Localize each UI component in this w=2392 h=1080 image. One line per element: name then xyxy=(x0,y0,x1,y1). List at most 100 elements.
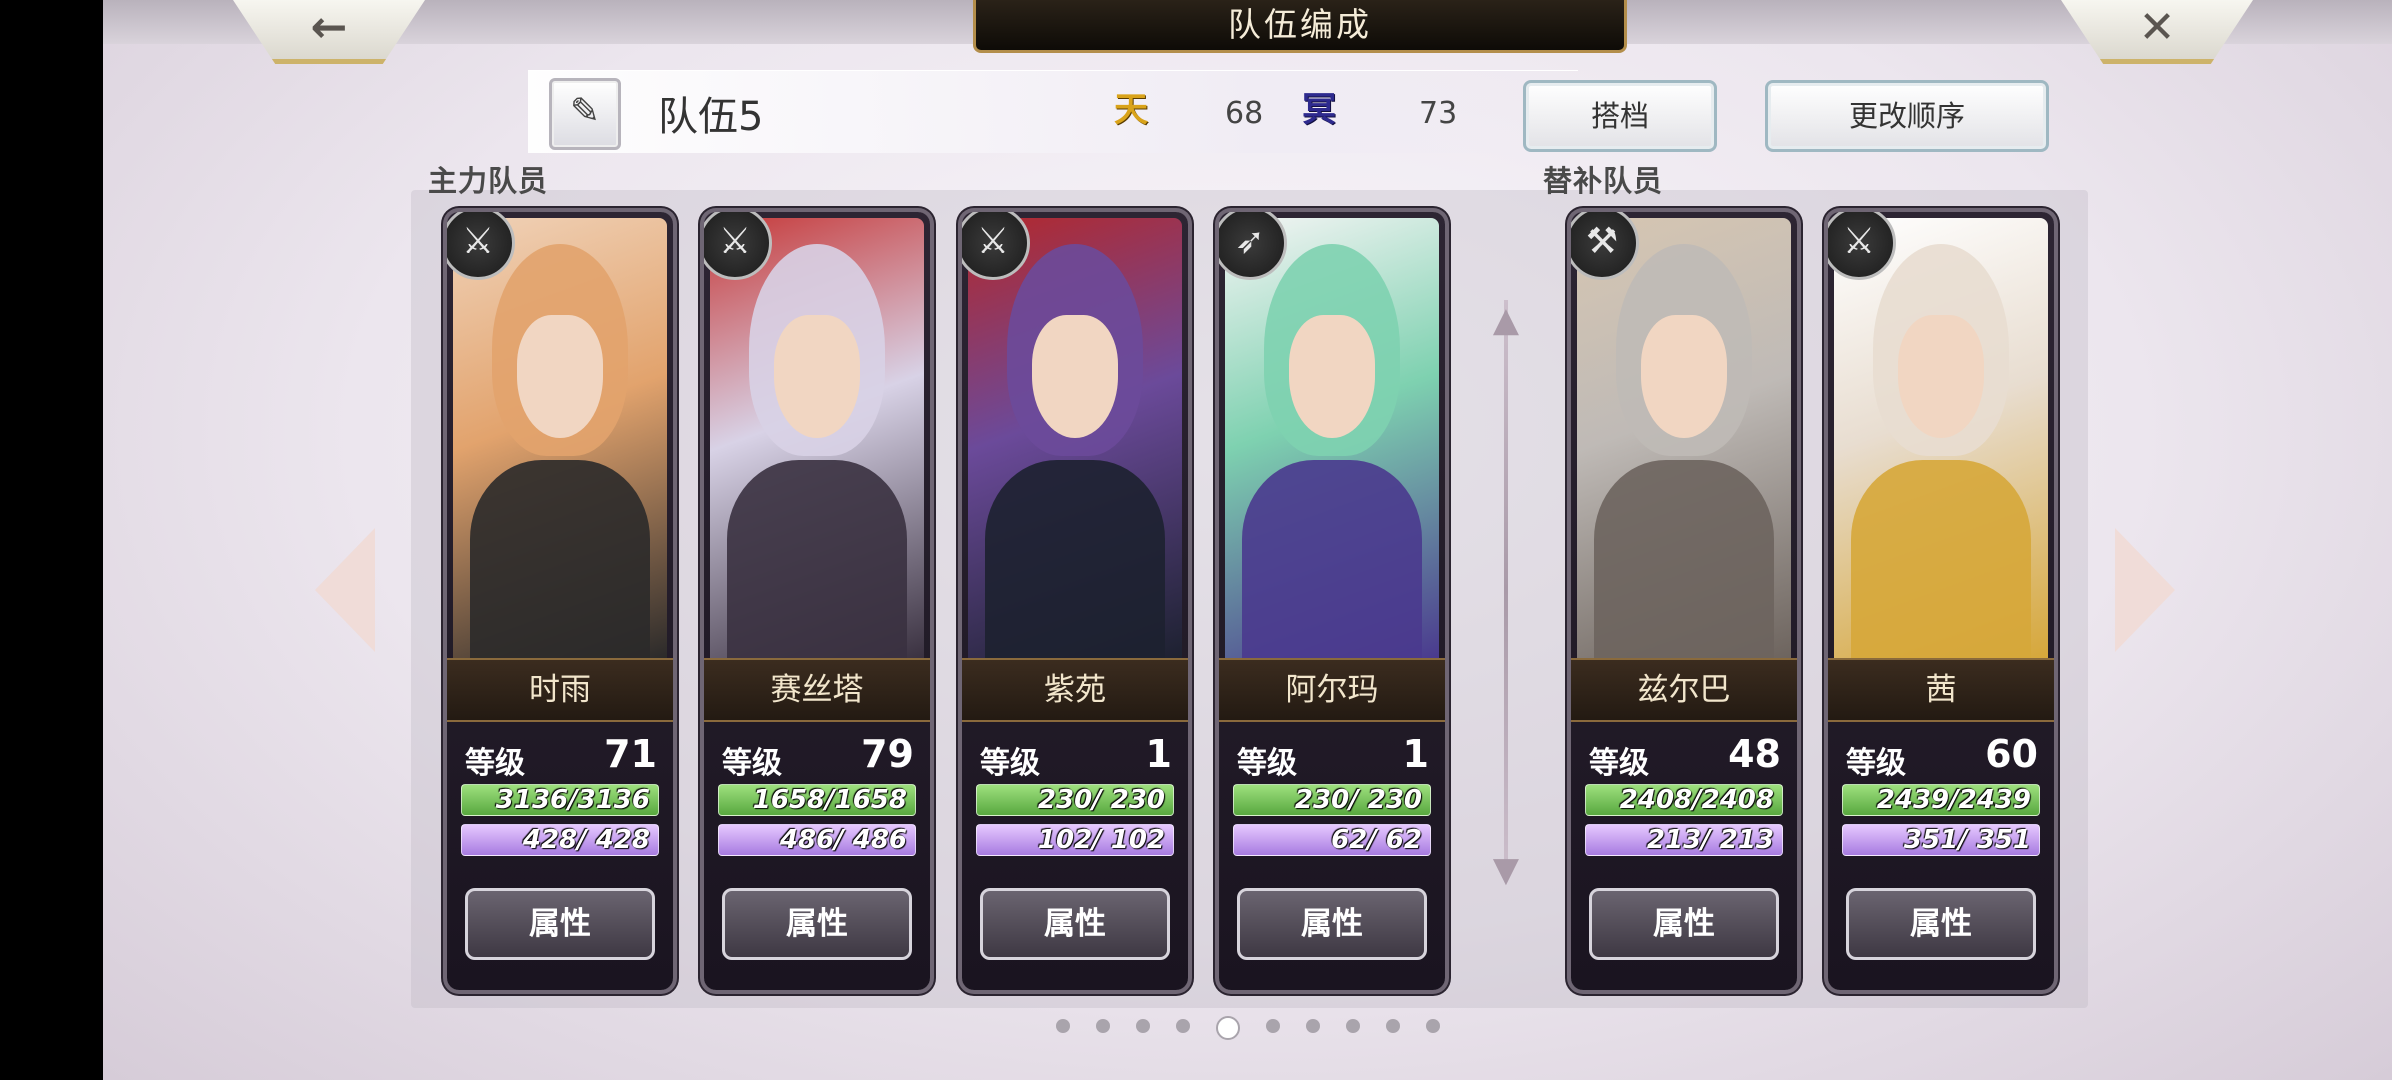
portrait-face xyxy=(1032,314,1118,438)
mp-bar: 62/ 62 xyxy=(1233,824,1431,856)
level-label: 等级 xyxy=(722,746,782,781)
page-title: 队伍编成 xyxy=(973,0,1627,53)
level-row: 等级 79 xyxy=(722,732,914,781)
attributes-button[interactable]: 属性 xyxy=(1589,888,1779,960)
mp-value: 486/ 486 xyxy=(779,825,907,855)
level-label: 等级 xyxy=(1589,746,1649,781)
member-portrait[interactable] xyxy=(453,218,667,658)
underworld-value: 73 xyxy=(1419,96,1458,131)
partner-button[interactable]: 搭档 xyxy=(1523,80,1717,152)
attributes-button[interactable]: 属性 xyxy=(1846,888,2036,960)
heaven-value: 68 xyxy=(1225,96,1264,131)
level-label: 等级 xyxy=(1846,746,1906,781)
next-team-arrow[interactable] xyxy=(2115,528,2175,652)
hp-bar: 2408/2408 xyxy=(1585,784,1783,816)
hp-value: 230/ 230 xyxy=(1037,785,1165,815)
mp-bar: 102/ 102 xyxy=(976,824,1174,856)
portrait-body xyxy=(727,460,907,658)
main-members-label: 主力队员 xyxy=(428,164,549,198)
hp-value: 2408/2408 xyxy=(1619,785,1774,815)
sub-members-label: 替补队员 xyxy=(1543,164,1664,198)
attributes-button[interactable]: 属性 xyxy=(465,888,655,960)
level-row: 等级 60 xyxy=(1846,732,2038,781)
portrait-body xyxy=(1851,460,2031,658)
hp-value: 3136/3136 xyxy=(495,785,650,815)
level-row: 等级 1 xyxy=(980,732,1172,781)
portrait-face xyxy=(774,314,860,438)
level-value: 71 xyxy=(604,732,657,776)
portrait-body xyxy=(1242,460,1422,658)
member-portrait[interactable] xyxy=(1577,218,1791,658)
member-name: 赛丝塔 xyxy=(704,658,930,722)
mp-bar: 213/ 213 xyxy=(1585,824,1783,856)
hp-bar: 3136/3136 xyxy=(461,784,659,816)
member-name: 阿尔玛 xyxy=(1219,658,1445,722)
attributes-button[interactable]: 属性 xyxy=(1237,888,1427,960)
member-portrait[interactable] xyxy=(968,218,1182,658)
level-value: 1 xyxy=(1402,732,1429,776)
hp-value: 2439/2439 xyxy=(1876,785,2031,815)
member-card[interactable]: ⚔ 时雨 等级 71 3136/3136 428/ 428 属性 xyxy=(447,212,673,990)
member-name: 茜 xyxy=(1828,658,2054,722)
hp-bar: 2439/2439 xyxy=(1842,784,2040,816)
portrait-body xyxy=(985,460,1165,658)
level-value: 60 xyxy=(1985,732,2038,776)
member-name: 时雨 xyxy=(447,658,673,722)
member-portrait[interactable] xyxy=(710,218,924,658)
hp-bar: 230/ 230 xyxy=(976,784,1174,816)
team-formation-screen: ← 队伍编成 ✕ ✎ 队伍5 天 68 冥 73 搭档 更改顺序 主力队员 替补… xyxy=(103,0,2392,1080)
divider-top-icon: ▲ xyxy=(1492,300,1520,340)
attributes-button[interactable]: 属性 xyxy=(722,888,912,960)
page-dot[interactable] xyxy=(1385,1018,1400,1033)
close-button[interactable]: ✕ xyxy=(2061,0,2253,64)
mp-value: 213/ 213 xyxy=(1646,825,1774,855)
mp-value: 428/ 428 xyxy=(522,825,650,855)
page-dot[interactable] xyxy=(1305,1018,1320,1033)
hp-value: 230/ 230 xyxy=(1294,785,1422,815)
portrait-body xyxy=(1594,460,1774,658)
underworld-icon: 冥 xyxy=(1302,90,1336,130)
attributes-button[interactable]: 属性 xyxy=(980,888,1170,960)
page-indicator xyxy=(103,1016,2392,1040)
level-value: 48 xyxy=(1728,732,1781,776)
main-sub-divider xyxy=(1504,300,1508,880)
member-card[interactable]: ➶ 阿尔玛 等级 1 230/ 230 62/ 62 属性 xyxy=(1219,212,1445,990)
member-card[interactable]: ⚔ 紫苑 等级 1 230/ 230 102/ 102 属性 xyxy=(962,212,1188,990)
member-card[interactable]: ⚔ 赛丝塔 等级 79 1658/1658 486/ 486 属性 xyxy=(704,212,930,990)
back-button[interactable]: ← xyxy=(233,0,425,64)
page-dot[interactable] xyxy=(1135,1018,1150,1033)
page-dot[interactable] xyxy=(1345,1018,1360,1033)
page-dot[interactable] xyxy=(1265,1018,1280,1033)
page-dot[interactable] xyxy=(1425,1018,1440,1033)
page-dot[interactable] xyxy=(1215,1016,1240,1040)
member-card[interactable]: ⚔ 茜 等级 60 2439/2439 351/ 351 属性 xyxy=(1828,212,2054,990)
member-name: 紫苑 xyxy=(962,658,1188,722)
portrait-face xyxy=(517,314,603,438)
close-icon: ✕ xyxy=(2138,2,2176,53)
mp-value: 62/ 62 xyxy=(1331,825,1422,855)
level-row: 等级 48 xyxy=(1589,732,1781,781)
page-dot[interactable] xyxy=(1055,1018,1070,1033)
level-label: 等级 xyxy=(980,746,1040,781)
mp-bar: 428/ 428 xyxy=(461,824,659,856)
member-portrait[interactable] xyxy=(1834,218,2048,658)
level-value: 79 xyxy=(861,732,914,776)
mp-bar: 351/ 351 xyxy=(1842,824,2040,856)
pen-icon: ✎ xyxy=(569,91,601,132)
portrait-face xyxy=(1289,314,1375,438)
reorder-button[interactable]: 更改顺序 xyxy=(1765,80,2049,152)
level-row: 等级 1 xyxy=(1237,732,1429,781)
team-name: 队伍5 xyxy=(658,94,764,140)
back-arrow-icon: ← xyxy=(310,2,348,53)
portrait-face xyxy=(1641,314,1727,438)
member-card[interactable]: ⚒ 兹尔巴 等级 48 2408/2408 213/ 213 属性 xyxy=(1571,212,1797,990)
edit-team-name-button[interactable]: ✎ xyxy=(549,78,621,150)
page-dot[interactable] xyxy=(1095,1018,1110,1033)
member-portrait[interactable] xyxy=(1225,218,1439,658)
level-label: 等级 xyxy=(465,746,525,781)
heaven-icon: 天 xyxy=(1114,90,1148,130)
page-dot[interactable] xyxy=(1175,1018,1190,1033)
mp-value: 351/ 351 xyxy=(1903,825,2031,855)
prev-team-arrow[interactable] xyxy=(315,528,375,652)
divider-bottom-icon: ▼ xyxy=(1492,850,1520,890)
